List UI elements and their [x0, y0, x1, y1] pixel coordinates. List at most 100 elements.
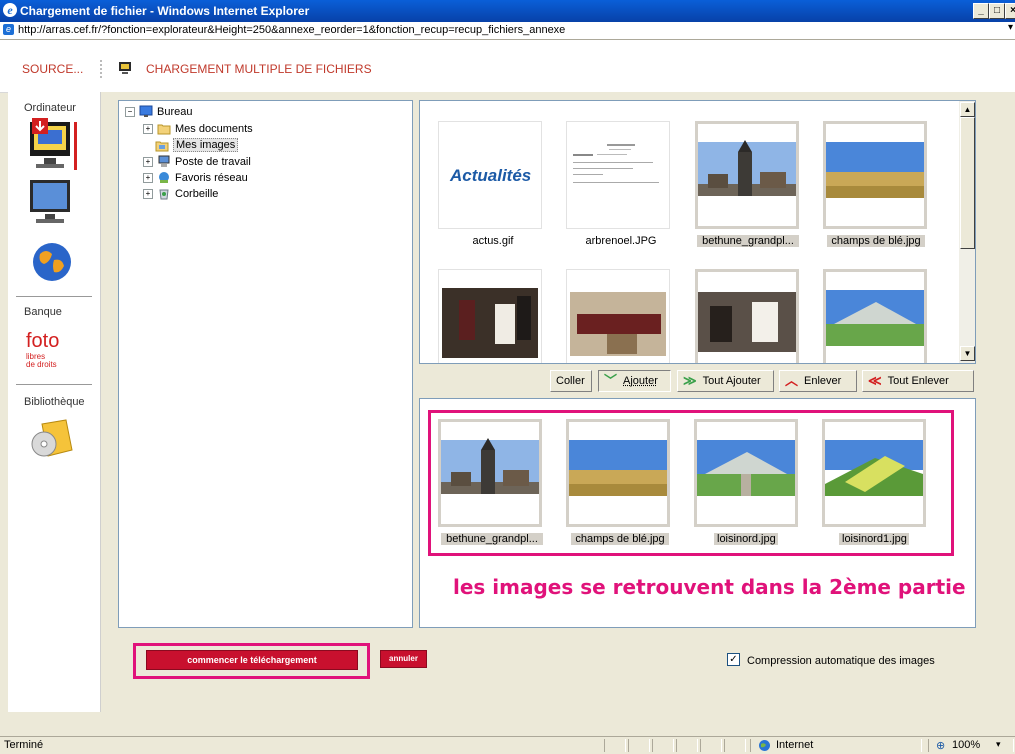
- tree-label: Mes images: [173, 138, 238, 152]
- zoom-icon[interactable]: ⊕: [936, 739, 945, 752]
- window-title-bar[interactable]: e Chargement de fichier - Windows Intern…: [0, 0, 1015, 22]
- selected-caption: bethune_grandpl...: [441, 533, 543, 545]
- scroll-down-button[interactable]: ▼: [960, 346, 975, 361]
- gallery-scrollbar[interactable]: ▲ ▼: [959, 101, 975, 363]
- compression-label: Compression automatique des images: [747, 655, 935, 667]
- thumbnail-champs[interactable]: [823, 121, 927, 229]
- photo-bethune: [698, 124, 796, 226]
- tree-item[interactable]: + Poste de travail: [143, 155, 251, 168]
- tree-label: Favoris réseau: [175, 172, 248, 184]
- zoom-dropdown-icon[interactable]: ▾: [996, 739, 1001, 750]
- status-segment: [652, 739, 674, 752]
- minimize-button[interactable]: _: [973, 3, 989, 19]
- page-header: SOURCE... CHARGEMENT MULTIPLE DE FICHIER…: [0, 40, 1015, 93]
- thumbnail-caption: champs de blé.jpg: [827, 235, 925, 247]
- photo-loisinord: [697, 422, 795, 524]
- expand-icon[interactable]: +: [143, 173, 153, 183]
- thumbnail-caption: arbrenoel.JPG: [582, 235, 660, 247]
- collapse-icon[interactable]: −: [125, 107, 135, 117]
- thumbnail-photo[interactable]: [438, 269, 542, 364]
- network-icon: [157, 171, 171, 184]
- thumbnail-photo[interactable]: [823, 269, 927, 364]
- double-chevron-up-icon: ≪: [868, 376, 882, 386]
- header-divider: [100, 60, 104, 78]
- expand-icon[interactable]: +: [143, 157, 153, 167]
- photo-pope: [698, 272, 796, 364]
- thumbnail-photo[interactable]: [695, 269, 799, 364]
- tree-label: Mes documents: [175, 123, 253, 135]
- upload-icon: [118, 61, 132, 75]
- banque-label: Banque: [24, 306, 62, 318]
- expand-icon[interactable]: +: [143, 124, 153, 134]
- selected-thumbnail-loisinord[interactable]: [694, 419, 798, 527]
- address-bar[interactable]: e http://arras.cef.fr/?fonction=explorat…: [0, 22, 1015, 40]
- photo-meeting: [567, 270, 669, 364]
- zone-text: Internet: [776, 739, 813, 751]
- recycle-bin-icon: [157, 187, 171, 200]
- maximize-button[interactable]: □: [989, 3, 1005, 19]
- status-segment: [700, 739, 722, 752]
- tree-item[interactable]: + Mes documents: [143, 122, 253, 135]
- sidebar-divider: [16, 384, 92, 385]
- foto-logo[interactable]: foto libres de droits: [26, 330, 86, 370]
- tout-ajouter-button[interactable]: ≫ Tout Ajouter: [677, 370, 774, 392]
- ordinateur-label: Ordinateur: [24, 102, 76, 114]
- cancel-button[interactable]: annuler: [380, 650, 427, 668]
- tree-label: Poste de travail: [175, 156, 251, 168]
- scrollbar-thumb[interactable]: [960, 117, 975, 249]
- address-dropdown-icon[interactable]: ▾: [1008, 22, 1013, 33]
- thumbnail-actus[interactable]: Actualités: [438, 121, 542, 229]
- status-segment: [604, 739, 626, 752]
- tree-item[interactable]: + Favoris réseau: [143, 171, 248, 184]
- photo-loisinord1: [825, 422, 923, 524]
- close-button[interactable]: ×: [1005, 3, 1015, 19]
- status-segment: [676, 739, 698, 752]
- selected-thumbnail-loisinord1[interactable]: [822, 419, 926, 527]
- folder-tree[interactable]: − Bureau + Mes documents Mes images + Po…: [118, 100, 413, 628]
- tree-item[interactable]: + Corbeille: [143, 187, 218, 200]
- address-url[interactable]: http://arras.cef.fr/?fonction=explorateu…: [18, 24, 565, 36]
- tree-item-selected[interactable]: Mes images: [155, 138, 238, 152]
- page-title: CHARGEMENT MULTIPLE DE FICHIERS: [146, 62, 372, 76]
- photo-wheat-field: [569, 422, 667, 524]
- zoom-level[interactable]: 100%: [952, 739, 980, 751]
- source-gallery[interactable]: Actualités actus.gif arbrenoel.JPG bethu…: [419, 100, 976, 364]
- chevron-up-icon: ︿: [785, 376, 798, 386]
- photo-bethune: [441, 422, 539, 524]
- folder-icon: [157, 122, 171, 135]
- tree-root[interactable]: − Bureau: [125, 105, 192, 118]
- chevron-down-icon: ﹀: [604, 376, 617, 386]
- expand-icon[interactable]: +: [143, 189, 153, 199]
- monitor-icon[interactable]: [28, 178, 74, 226]
- globe-icon[interactable]: [30, 240, 74, 284]
- selected-thumbnail-champs[interactable]: [566, 419, 670, 527]
- start-upload-button[interactable]: commencer le téléchargement: [146, 650, 358, 670]
- double-chevron-down-icon: ≫: [683, 376, 697, 386]
- thumbnail-bethune[interactable]: [695, 121, 799, 229]
- selected-caption: champs de blé.jpg: [571, 533, 669, 545]
- image-folder-icon: [155, 139, 169, 152]
- coller-button[interactable]: Coller: [550, 370, 592, 392]
- tout-enlever-button[interactable]: ≪ Tout Enlever: [862, 370, 974, 392]
- selected-caption: loisinord1.jpg: [839, 533, 909, 545]
- selected-caption: loisinord.jpg: [714, 533, 778, 545]
- status-text: Terminé: [4, 739, 43, 751]
- scroll-up-button[interactable]: ▲: [960, 102, 975, 117]
- actualites-logo: Actualités: [450, 166, 531, 186]
- document-preview: [567, 122, 669, 228]
- compression-checkbox[interactable]: ✓: [727, 653, 740, 666]
- selected-thumbnail-bethune[interactable]: [438, 419, 542, 527]
- library-folder-icon[interactable]: [28, 416, 76, 460]
- thumbnail-caption: actus.gif: [460, 235, 526, 247]
- computer-icon: [157, 155, 171, 168]
- ajouter-button[interactable]: ﹀ Ajouter: [598, 370, 671, 392]
- bibliotheque-label: Bibliothèque: [24, 396, 85, 408]
- source-label[interactable]: SOURCE...: [22, 62, 83, 76]
- thumbnail-photo[interactable]: [566, 269, 670, 364]
- globe-icon: [758, 739, 771, 752]
- computer-upload-icon[interactable]: [26, 118, 78, 172]
- thumbnail-arbrenoel[interactable]: [566, 121, 670, 229]
- ie-logo-icon: e: [3, 3, 17, 17]
- enlever-button[interactable]: ︿ Enlever: [779, 370, 857, 392]
- photo-loisinord: [826, 272, 924, 364]
